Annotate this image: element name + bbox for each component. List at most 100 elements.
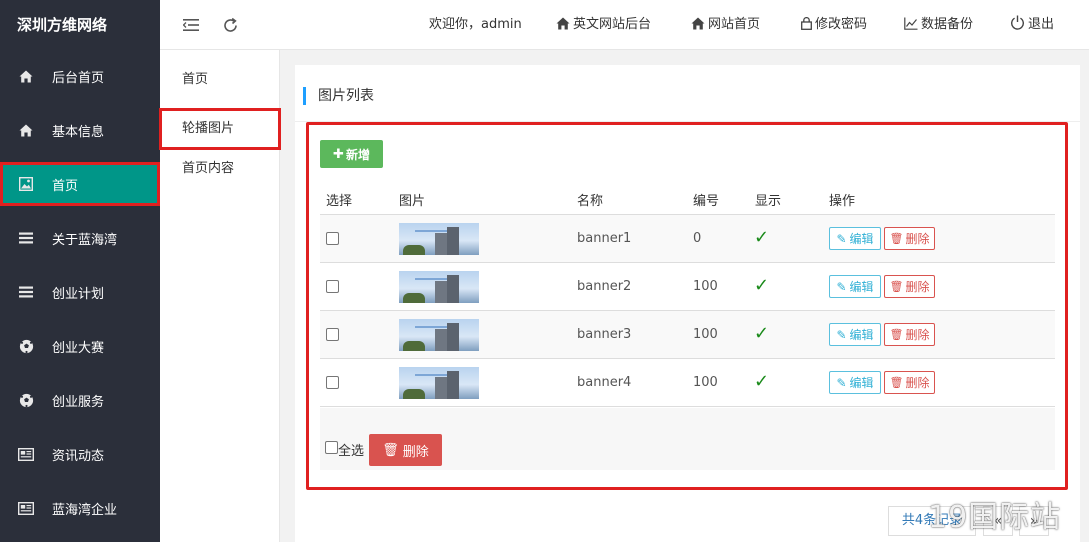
banner-number: 100 bbox=[693, 279, 718, 294]
welcome-text: 欢迎你，admin bbox=[429, 17, 522, 32]
plus-icon: ✚ bbox=[333, 146, 344, 162]
edit-button[interactable]: ✎ 编辑 bbox=[829, 227, 881, 250]
trash-icon: 🗑 bbox=[889, 328, 904, 341]
header-link-4[interactable]: 数据备份 bbox=[904, 0, 973, 50]
sidebar-item-3[interactable]: 首页 bbox=[0, 162, 160, 206]
row-checkbox[interactable] bbox=[326, 280, 339, 293]
sidebar-item-4[interactable]: 关于蓝海湾 bbox=[0, 216, 160, 260]
column-header: 操作 bbox=[829, 194, 856, 209]
row-checkbox[interactable] bbox=[326, 328, 339, 341]
power-icon bbox=[1010, 2, 1025, 52]
sidebar-item-9[interactable]: 蓝海湾企业 bbox=[0, 486, 160, 530]
edit-button[interactable]: ✎ 编辑 bbox=[829, 323, 881, 346]
header-link-label: 退出 bbox=[1028, 17, 1055, 32]
image-icon bbox=[17, 175, 35, 193]
sidebar-item-label: 创业计划 bbox=[52, 286, 105, 302]
header-link-label: 英文网站后台 bbox=[573, 17, 652, 32]
edit-button[interactable]: ✎ 编辑 bbox=[829, 275, 881, 298]
table-row: banner2 100 ✓ ✎ 编辑 🗑 删除 bbox=[320, 263, 1055, 311]
sidebar-item-6[interactable]: 创业大赛 bbox=[0, 324, 160, 368]
sidebar-item-label: 资讯动态 bbox=[52, 448, 105, 464]
header-link-label: 网站首页 bbox=[708, 17, 761, 32]
header-link-label: 数据备份 bbox=[921, 17, 974, 32]
soccer-ball-icon bbox=[17, 337, 35, 355]
column-header: 图片 bbox=[399, 194, 426, 209]
pencil-icon: ✎ bbox=[836, 327, 847, 342]
table-row: banner3 100 ✓ ✎ 编辑 🗑 删除 bbox=[320, 311, 1055, 359]
select-all-label[interactable]: 全选 bbox=[338, 440, 364, 459]
sidebar-item-label: 关于蓝海湾 bbox=[52, 232, 118, 248]
sub-navigation: 首页轮播图片 首页内容 bbox=[159, 50, 281, 542]
edit-label: 编辑 bbox=[849, 376, 874, 390]
newspaper-icon bbox=[17, 499, 35, 517]
table-row: banner1 0 ✓ ✎ 编辑 🗑 删除 bbox=[320, 215, 1055, 263]
delete-label: 删除 bbox=[905, 376, 930, 390]
trash-icon: 🗑 bbox=[889, 280, 904, 293]
banner-name: banner2 bbox=[577, 279, 632, 294]
delete-button[interactable]: 🗑 删除 bbox=[884, 323, 935, 346]
sidebar-item-label: 后台首页 bbox=[52, 70, 105, 86]
column-header: 名称 bbox=[577, 194, 604, 209]
refresh-icon[interactable] bbox=[219, 14, 241, 36]
trash-icon: 🗑 bbox=[889, 232, 904, 245]
brand-title: 深圳方维网络 bbox=[17, 16, 108, 34]
column-header: 编号 bbox=[693, 194, 720, 209]
table-footer: 全选 🗑 删除 bbox=[320, 408, 1055, 470]
subnav-item-1[interactable]: 首页 bbox=[160, 60, 280, 100]
banner-name: banner4 bbox=[577, 375, 632, 390]
watermark-logo: 19国际站 bbox=[928, 500, 1062, 535]
delete-label: 删除 bbox=[905, 280, 930, 294]
add-button[interactable]: ✚ 新增 bbox=[320, 140, 383, 168]
line-chart-icon bbox=[904, 2, 918, 52]
edit-button[interactable]: ✎ 编辑 bbox=[829, 371, 881, 394]
sidebar-item-label: 基本信息 bbox=[52, 124, 105, 140]
banner-thumbnail bbox=[399, 367, 479, 399]
banner-thumbnail bbox=[399, 271, 479, 303]
banner-number: 100 bbox=[693, 375, 718, 390]
bulk-delete-button[interactable]: 🗑 删除 bbox=[369, 434, 442, 466]
home-icon bbox=[17, 67, 35, 85]
pencil-icon: ✎ bbox=[836, 231, 847, 246]
sidebar-item-label: 蓝海湾企业 bbox=[52, 502, 118, 518]
sidebar-item-label: 首页 bbox=[52, 178, 79, 194]
delete-label: 删除 bbox=[905, 232, 930, 246]
sidebar-item-label: 创业服务 bbox=[52, 394, 105, 410]
panel-title: 图片列表 bbox=[303, 87, 374, 105]
sidebar-item-5[interactable]: 创业计划 bbox=[0, 270, 160, 314]
delete-button[interactable]: 🗑 删除 bbox=[884, 227, 935, 250]
header-link-1[interactable]: 英文网站后台 bbox=[556, 0, 651, 50]
select-all-checkbox[interactable] bbox=[325, 441, 338, 454]
banner-number: 0 bbox=[693, 231, 702, 246]
home-icon bbox=[556, 2, 570, 52]
subnav-item-3[interactable]: 首页内容 bbox=[160, 149, 280, 189]
sidebar-item-8[interactable]: 资讯动态 bbox=[0, 432, 160, 476]
delete-button[interactable]: 🗑 删除 bbox=[884, 275, 935, 298]
banner-number: 100 bbox=[693, 327, 718, 342]
checkmark-icon: ✓ bbox=[754, 227, 770, 248]
subnav-item-2[interactable]: 轮播图片 bbox=[159, 108, 281, 150]
pencil-icon: ✎ bbox=[836, 375, 847, 390]
pencil-icon: ✎ bbox=[836, 279, 847, 294]
trash-icon: 🗑 bbox=[382, 442, 399, 458]
sidebar-item-label: 创业大赛 bbox=[52, 340, 105, 356]
home-icon bbox=[691, 2, 705, 52]
delete-button[interactable]: 🗑 删除 bbox=[884, 371, 935, 394]
sidebar: 深圳方维网络 后台首页基本信息首页关于蓝海湾创业计划创业大赛创业服务资讯动态蓝海… bbox=[0, 0, 160, 542]
sidebar-item-2[interactable]: 基本信息 bbox=[0, 108, 160, 152]
banner-thumbnail bbox=[399, 319, 479, 351]
edit-label: 编辑 bbox=[849, 280, 874, 294]
header-link-5[interactable]: 退出 bbox=[1010, 0, 1054, 50]
bulk-delete-label: 删除 bbox=[402, 444, 429, 460]
sidebar-item-1[interactable]: 后台首页 bbox=[0, 54, 160, 98]
edit-label: 编辑 bbox=[849, 232, 874, 246]
sidebar-item-7[interactable]: 创业服务 bbox=[0, 378, 160, 422]
menu-collapse-icon[interactable] bbox=[180, 14, 202, 36]
column-header: 选择 bbox=[326, 194, 353, 209]
header-link-2[interactable]: 网站首页 bbox=[691, 0, 760, 50]
row-checkbox[interactable] bbox=[326, 376, 339, 389]
top-header: 欢迎你，admin 英文网站后台 网站首页 修改密码 数据备份 退出 bbox=[160, 0, 1089, 50]
header-link-3[interactable]: 修改密码 bbox=[801, 0, 867, 50]
header-link-label: 修改密码 bbox=[815, 17, 868, 32]
add-button-label: 新增 bbox=[345, 147, 370, 162]
row-checkbox[interactable] bbox=[326, 232, 339, 245]
